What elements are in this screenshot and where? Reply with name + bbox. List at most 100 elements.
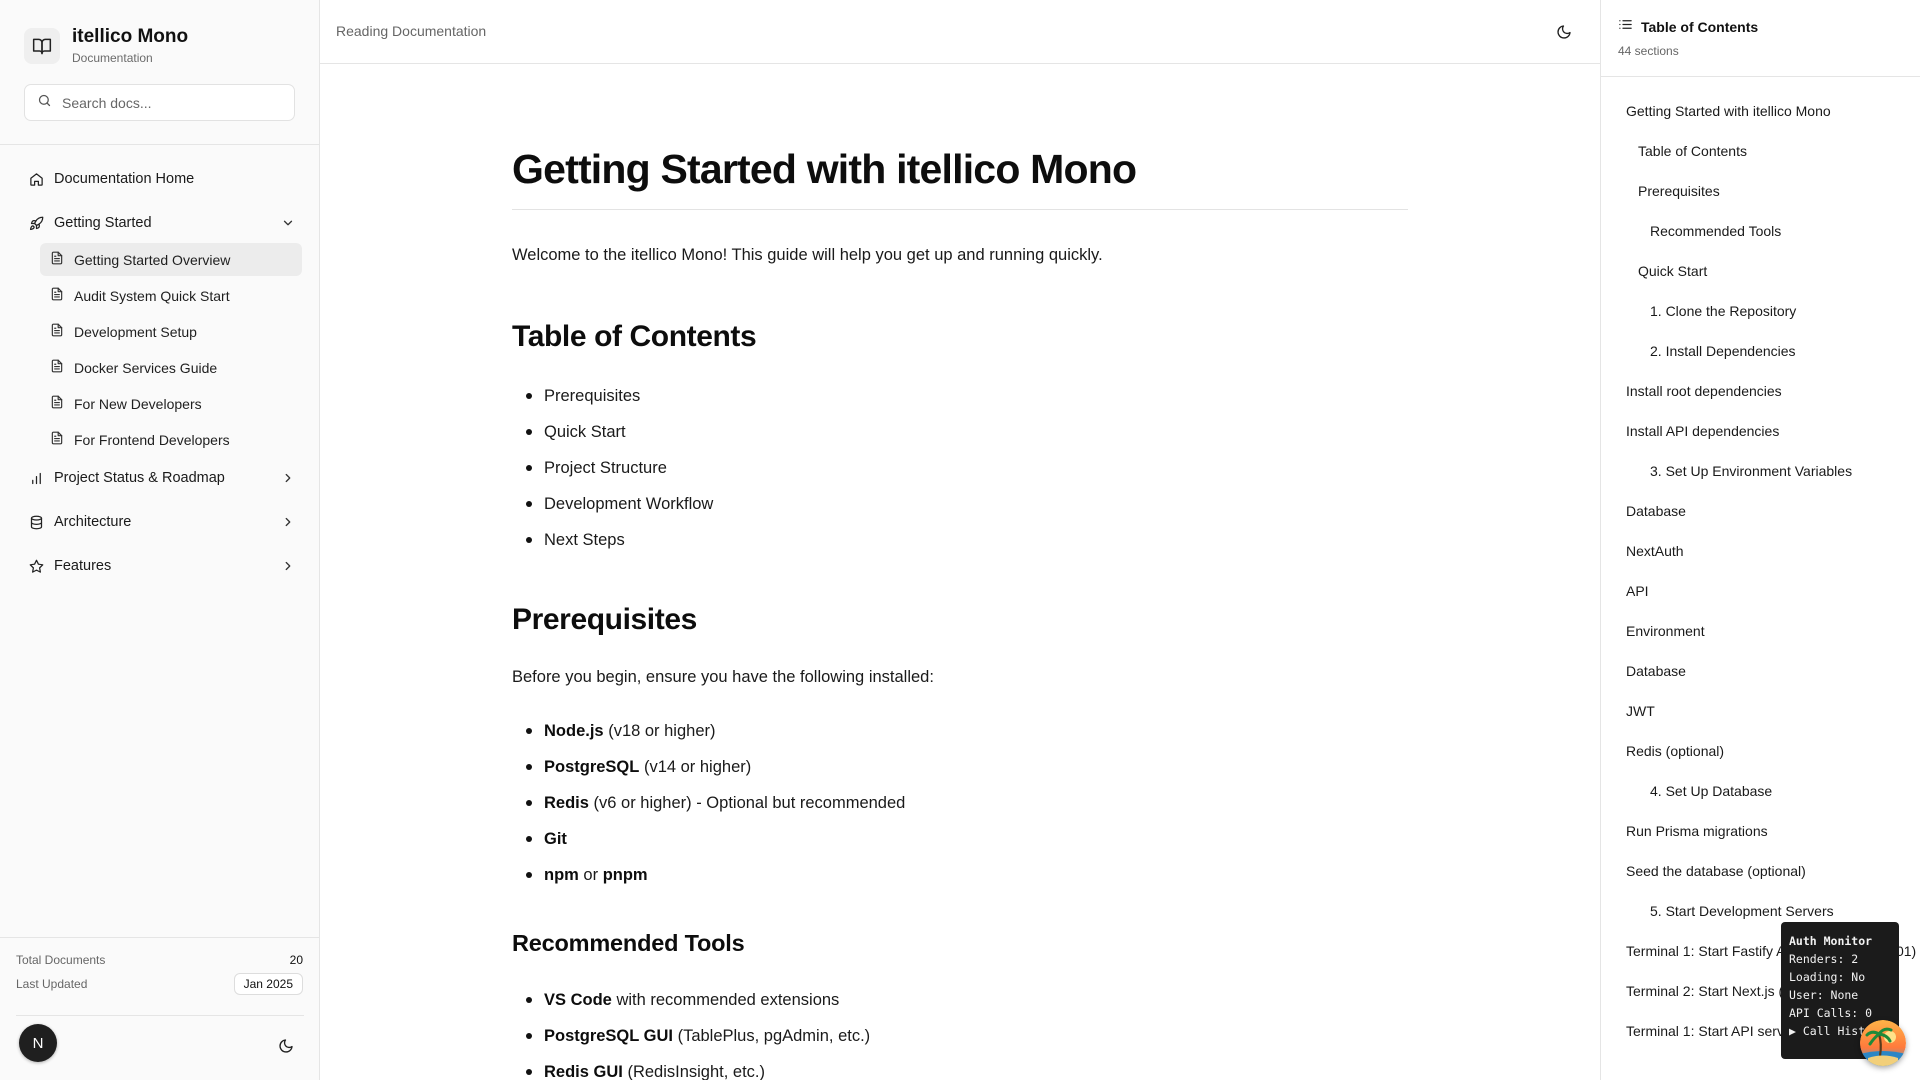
sidebar-item-features[interactable]: Features	[16, 550, 304, 582]
toc-item[interactable]: Prerequisites	[1601, 179, 1920, 219]
database-icon	[28, 514, 44, 530]
tool-name: VS Code	[544, 991, 612, 1009]
toc-item[interactable]: Environment	[1601, 619, 1920, 659]
prereq-detail: (v18 or higher)	[603, 722, 716, 740]
sidebar-subitem-development-setup[interactable]: Development Setup	[40, 315, 302, 348]
star-icon	[28, 558, 44, 574]
prereq-name: Git	[544, 830, 567, 848]
devtools-toggle-button[interactable]	[1860, 1020, 1906, 1066]
moon-icon[interactable]	[278, 1038, 294, 1054]
toc-item[interactable]: 2. Install Dependencies	[1601, 339, 1920, 379]
sidebar-subitem-getting-started-overview[interactable]: Getting Started Overview	[40, 243, 302, 276]
auth-monitor-title: Auth Monitor	[1789, 934, 1873, 948]
prereq-name: Node.js	[544, 722, 604, 740]
sidebar-subitem-label: Getting Started Overview	[74, 251, 231, 268]
toc-item[interactable]: NextAuth	[1601, 539, 1920, 579]
stat-last-updated: Last Updated Jan 2025	[16, 973, 303, 995]
sidebar-item-project-status[interactable]: Project Status & Roadmap	[16, 462, 304, 494]
avatar[interactable]: N	[19, 1024, 57, 1062]
list-item[interactable]: Prerequisites	[512, 385, 713, 421]
sidebar-subitem-for-new-developers[interactable]: For New Developers	[40, 387, 302, 420]
toc-header: Table of Contents	[1618, 17, 1758, 37]
sidebar-subitem-label: For Frontend Developers	[74, 431, 230, 448]
toc-item[interactable]: Database	[1601, 499, 1920, 539]
stat-label: Last Updated	[16, 977, 88, 991]
search-box[interactable]	[24, 84, 295, 121]
bar-chart-icon	[28, 470, 44, 486]
chevron-right-icon[interactable]	[280, 514, 296, 530]
prereq-name: PostgreSQL	[544, 758, 640, 776]
moon-icon[interactable]	[1556, 24, 1572, 40]
page-context-title: Reading Documentation	[336, 23, 487, 39]
home-icon	[28, 171, 44, 187]
chevron-right-icon[interactable]	[280, 470, 296, 486]
toc-item[interactable]: Quick Start	[1601, 259, 1920, 299]
brand[interactable]: itellico Mono Documentation	[24, 26, 188, 66]
prereq-intro: Before you begin, ensure you have the fo…	[512, 668, 934, 686]
toc-item[interactable]: Getting Started with itellico Mono	[1601, 99, 1920, 139]
toc-item[interactable]: Table of Contents	[1601, 139, 1920, 179]
list-item[interactable]: Quick Start	[512, 421, 713, 457]
prereq-name: Redis	[544, 794, 589, 812]
auth-monitor-renders: Renders: 2	[1789, 952, 1859, 966]
prereq-list: Node.js (v18 or higher) PostgreSQL (v14 …	[512, 720, 905, 900]
getting-started-subnav: Getting Started Overview Audit System Qu…	[16, 243, 304, 456]
top-bar: Reading Documentation	[320, 0, 1600, 64]
doc-content: Getting Started with itellico Mono Welco…	[512, 64, 1408, 1080]
tool-detail: (RedisInsight, etc.)	[622, 1063, 765, 1080]
list-item: Git	[512, 828, 905, 864]
toc-item[interactable]: JWT	[1601, 699, 1920, 739]
tools-list: VS Code with recommended extensions Post…	[512, 989, 870, 1080]
toc-item[interactable]: Run Prisma migrations	[1601, 819, 1920, 859]
list-icon	[1618, 17, 1633, 37]
list-item[interactable]: Next Steps	[512, 529, 713, 565]
auth-monitor-loading: Loading: No	[1789, 970, 1866, 984]
sidebar-item-label: Getting Started	[54, 215, 152, 231]
chevron-down-icon[interactable]	[280, 215, 296, 231]
toc-item[interactable]: 3. Set Up Environment Variables	[1601, 459, 1920, 499]
sidebar-item-getting-started[interactable]: Getting Started	[16, 207, 304, 239]
sidebar-subitem-audit-system-quick-start[interactable]: Audit System Quick Start	[40, 279, 302, 312]
intro-paragraph: Welcome to the itellico Mono! This guide…	[512, 246, 1103, 264]
prereq-detail: (v6 or higher) - Optional but recommende…	[588, 794, 906, 812]
list-item: VS Code with recommended extensions	[512, 989, 870, 1025]
toc-item[interactable]: Database	[1601, 659, 1920, 699]
prereq-detail: or	[578, 866, 603, 884]
list-item[interactable]: Project Structure	[512, 457, 713, 493]
divider	[16, 1015, 304, 1016]
prereq-name: npm	[544, 866, 579, 884]
toc-item[interactable]: 1. Clone the Repository	[1601, 299, 1920, 339]
divider	[1601, 76, 1920, 77]
file-text-icon	[50, 395, 64, 412]
toc-item[interactable]: Install API dependencies	[1601, 419, 1920, 459]
search-input[interactable]	[62, 94, 272, 111]
sidebar-item-label: Project Status & Roadmap	[54, 470, 225, 486]
divider	[512, 209, 1408, 210]
toc-item[interactable]: Seed the database (optional)	[1601, 859, 1920, 899]
sidebar-item-documentation-home[interactable]: Documentation Home	[16, 163, 304, 195]
list-item: Redis (v6 or higher) - Optional but reco…	[512, 792, 905, 828]
brand-subtitle: Documentation	[72, 51, 153, 65]
prereq-name: pnpm	[602, 866, 648, 884]
search-icon	[37, 93, 52, 113]
sidebar-item-architecture[interactable]: Architecture	[16, 506, 304, 538]
toc-item[interactable]: API	[1601, 579, 1920, 619]
sidebar-subitem-docker-services-guide[interactable]: Docker Services Guide	[40, 351, 302, 384]
toc-bullet-list: Prerequisites Quick Start Project Struct…	[512, 385, 713, 565]
divider	[0, 144, 319, 145]
toc-item[interactable]: Install root dependencies	[1601, 379, 1920, 419]
auth-monitor-api-calls: API Calls: 0	[1789, 1006, 1873, 1020]
sidebar-subitem-for-frontend-developers[interactable]: For Frontend Developers	[40, 423, 302, 456]
toc-item[interactable]: 4. Set Up Database	[1601, 779, 1920, 819]
chevron-right-icon[interactable]	[280, 558, 296, 574]
list-item: PostgreSQL GUI (TablePlus, pgAdmin, etc.…	[512, 1025, 870, 1061]
tool-detail: (TablePlus, pgAdmin, etc.)	[672, 1027, 871, 1045]
toc-item[interactable]: Redis (optional)	[1601, 739, 1920, 779]
stat-value: 20	[289, 953, 303, 967]
toc-item[interactable]: Recommended Tools	[1601, 219, 1920, 259]
toc-section-count: 44 sections	[1618, 44, 1679, 58]
section-heading-toc: Table of Contents	[512, 320, 757, 353]
list-item[interactable]: Development Workflow	[512, 493, 713, 529]
file-text-icon	[50, 359, 64, 376]
stat-total-documents: Total Documents 20	[16, 953, 303, 967]
